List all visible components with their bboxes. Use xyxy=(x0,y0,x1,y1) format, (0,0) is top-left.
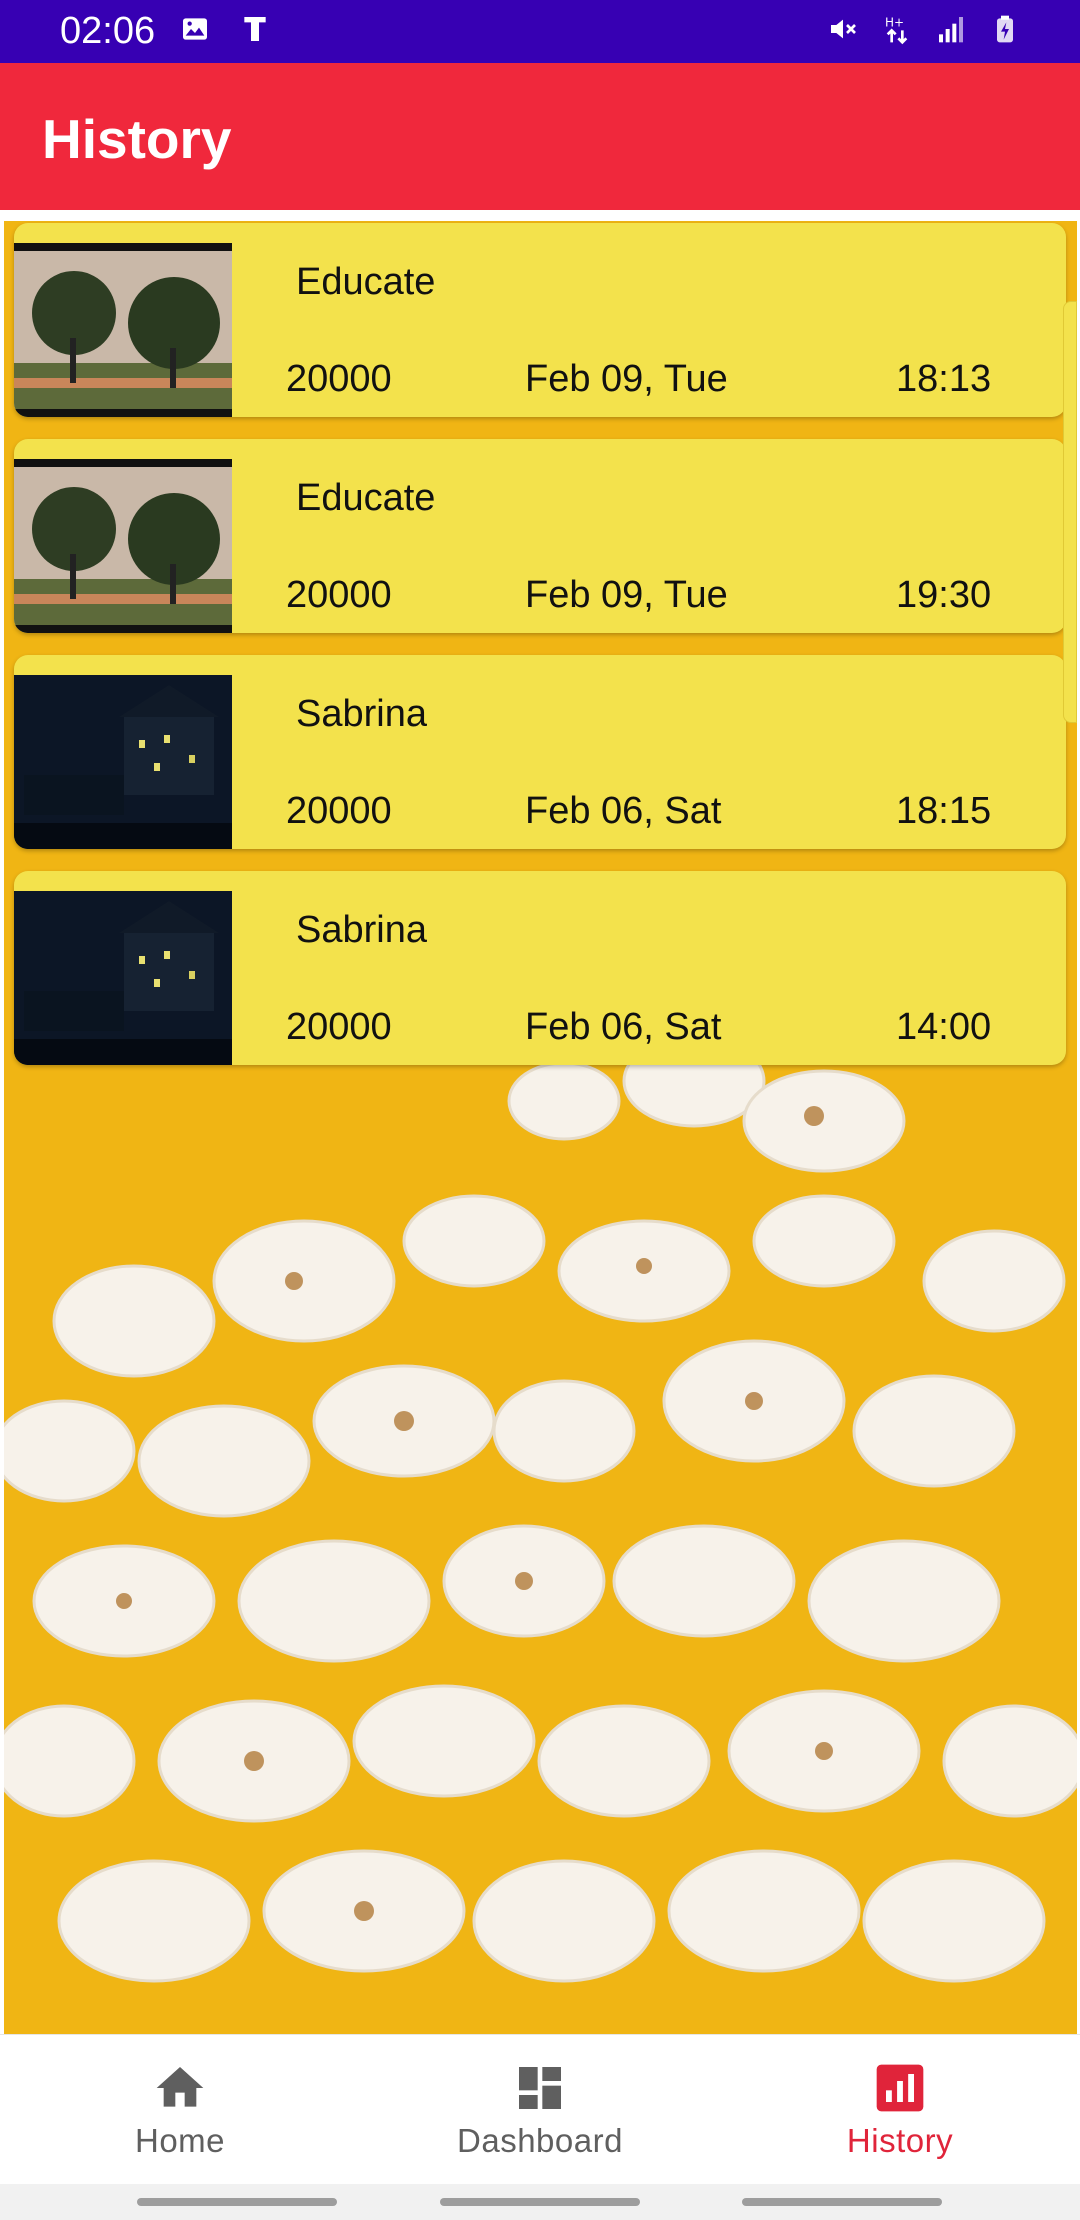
show-date: Feb 09, Tue xyxy=(525,358,728,400)
svg-text:H+: H+ xyxy=(885,15,904,29)
status-time: 02:06 xyxy=(60,10,156,52)
mute-icon xyxy=(826,12,860,46)
gesture-pill[interactable] xyxy=(137,2198,337,2206)
history-card[interactable]: Sabrina 20000 Feb 06, Sat 18:15 xyxy=(14,655,1066,849)
ticket-price: 20000 xyxy=(286,790,392,832)
show-time: 19:30 xyxy=(896,574,992,616)
history-card[interactable]: Sabrina 20000 Feb 06, Sat 14:00 xyxy=(14,871,1066,1065)
text-t-icon xyxy=(238,12,272,46)
movie-thumbnail xyxy=(14,891,232,1065)
history-card[interactable]: Educate 20000 Feb 09, Tue 18:13 xyxy=(14,223,1066,417)
nav-item-history[interactable]: History xyxy=(720,2035,1080,2185)
nav-item-dashboard[interactable]: Dashboard xyxy=(360,2035,720,2185)
data-arrows-icon: H+ xyxy=(880,12,914,46)
ticket-price: 20000 xyxy=(286,574,392,616)
movie-thumbnail xyxy=(14,459,232,633)
movie-title: Sabrina xyxy=(296,693,427,735)
history-chart-icon xyxy=(876,2064,924,2112)
show-date: Feb 06, Sat xyxy=(525,1006,722,1048)
battery-charging-icon xyxy=(988,12,1022,46)
nav-label-history: History xyxy=(846,2122,954,2159)
history-card[interactable]: Educate 20000 Feb 09, Tue 19:30 xyxy=(14,439,1066,633)
status-bar: 02:06 H+ xyxy=(0,0,1080,63)
app-bar: History xyxy=(0,63,1080,210)
scroll-indicator[interactable] xyxy=(1063,301,1077,723)
image-icon xyxy=(178,12,212,46)
show-date: Feb 06, Sat xyxy=(525,790,722,832)
ticket-price: 20000 xyxy=(286,1006,392,1048)
movie-title: Sabrina xyxy=(296,909,427,951)
show-time: 18:15 xyxy=(896,790,992,832)
movie-thumbnail xyxy=(14,243,232,417)
nav-item-home[interactable]: Home xyxy=(0,2035,360,2185)
dashboard-icon xyxy=(519,2067,561,2109)
home-icon xyxy=(156,2067,204,2107)
page-title: History xyxy=(42,108,232,170)
show-date: Feb 09, Tue xyxy=(525,574,728,616)
system-navigation-bar xyxy=(0,2184,1080,2220)
history-content[interactable]: Educate 20000 Feb 09, Tue 18:13 Educate … xyxy=(4,221,1077,2034)
nav-label-home: Home xyxy=(134,2122,226,2159)
movie-title: Educate xyxy=(296,477,436,519)
movie-thumbnail xyxy=(14,675,232,849)
bottom-navigation: Home Dashboard History xyxy=(0,2034,1080,2185)
movie-title: Educate xyxy=(296,261,436,303)
show-time: 14:00 xyxy=(896,1006,992,1048)
ticket-price: 20000 xyxy=(286,358,392,400)
gesture-pill[interactable] xyxy=(742,2198,942,2206)
show-time: 18:13 xyxy=(896,358,992,400)
nav-label-dashboard: Dashboard xyxy=(457,2122,623,2159)
gesture-pill[interactable] xyxy=(440,2198,640,2206)
signal-icon xyxy=(934,12,968,46)
